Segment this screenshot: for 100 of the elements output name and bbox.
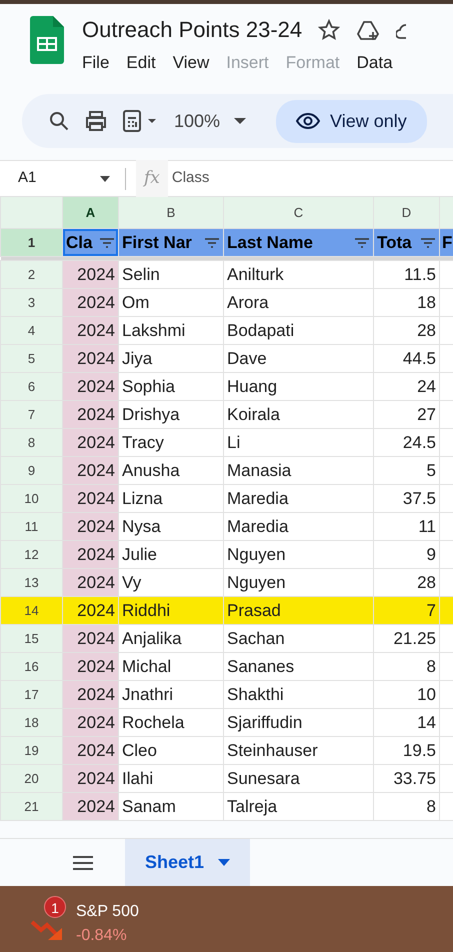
table-cell[interactable]: 2024: [62, 652, 118, 680]
table-cell[interactable]: Cleo: [118, 736, 224, 764]
menu-item[interactable]: Edit: [126, 50, 156, 76]
zoom-dropdown[interactable]: 100%: [174, 108, 220, 134]
menu-item[interactable]: Data: [356, 50, 393, 76]
table-cell[interactable]: Michal: [118, 652, 224, 680]
table-cell[interactable]: 2024: [62, 456, 118, 484]
table-cell[interactable]: 2024: [62, 736, 118, 764]
table-cell[interactable]: Huang: [224, 372, 374, 400]
table-cell[interactable]: 8: [374, 652, 440, 680]
filter-icon[interactable]: [420, 236, 436, 248]
table-cell[interactable]: Selin: [118, 260, 224, 288]
row-number[interactable]: 18: [0, 708, 62, 736]
row-number[interactable]: 11: [0, 512, 62, 540]
table-cell[interactable]: 11.5: [374, 260, 440, 288]
table-cell[interactable]: 24: [374, 372, 440, 400]
table-cell[interactable]: 2024: [62, 512, 118, 540]
row-number[interactable]: 5: [0, 344, 62, 372]
table-cell[interactable]: Maredia: [224, 512, 374, 540]
table-cell[interactable]: 2024: [62, 428, 118, 456]
menu-item[interactable]: File: [82, 50, 110, 76]
table-cell[interactable]: 2024: [62, 596, 118, 624]
table-cell[interactable]: Sunesara: [224, 764, 374, 792]
table-cell[interactable]: 33.75: [374, 764, 440, 792]
table-cell[interactable]: Shakthi: [224, 680, 374, 708]
table-cell[interactable]: Maredia: [224, 484, 374, 512]
table-cell[interactable]: 5: [374, 456, 440, 484]
table-cell[interactable]: Koirala: [224, 400, 374, 428]
table-cell[interactable]: 2024: [62, 540, 118, 568]
column-header[interactable]: C: [224, 196, 374, 228]
table-cell[interactable]: Anusha: [118, 456, 224, 484]
table-cell[interactable]: Sjariffudin: [224, 708, 374, 736]
header-cell[interactable]: Cla: [62, 228, 118, 256]
table-cell[interactable]: 2024: [62, 372, 118, 400]
table-cell[interactable]: Sachan: [224, 624, 374, 652]
table-cell[interactable]: Sophia: [118, 372, 224, 400]
row-number[interactable]: 9: [0, 456, 62, 484]
menu-icon[interactable]: [73, 856, 93, 870]
table-cell[interactable]: Nysa: [118, 512, 224, 540]
table-cell[interactable]: Sanam: [118, 792, 224, 820]
formula-value[interactable]: Class: [172, 167, 210, 190]
row-number[interactable]: 21: [0, 792, 62, 820]
row-number[interactable]: 17: [0, 680, 62, 708]
row-number[interactable]: 8: [0, 428, 62, 456]
table-cell[interactable]: 21.25: [374, 624, 440, 652]
row-number[interactable]: 7: [0, 400, 62, 428]
table-cell[interactable]: 2024: [62, 288, 118, 316]
table-cell[interactable]: 8: [374, 792, 440, 820]
table-cell[interactable]: 2024: [62, 260, 118, 288]
table-cell[interactable]: 14: [374, 708, 440, 736]
table-cell[interactable]: Bodapati: [224, 316, 374, 344]
table-cell[interactable]: Julie: [118, 540, 224, 568]
row-number[interactable]: 3: [0, 288, 62, 316]
table-cell[interactable]: Anjalika: [118, 624, 224, 652]
table-cell[interactable]: Manasia: [224, 456, 374, 484]
table-cell[interactable]: Ilahi: [118, 764, 224, 792]
row-number[interactable]: 12: [0, 540, 62, 568]
table-cell[interactable]: Jiya: [118, 344, 224, 372]
ticker-name[interactable]: S&P 500: [76, 900, 139, 924]
row-number[interactable]: 16: [0, 652, 62, 680]
row-number[interactable]: 19: [0, 736, 62, 764]
sheet-tab[interactable]: Sheet1: [125, 839, 250, 886]
table-cell[interactable]: Sananes: [224, 652, 374, 680]
row-number[interactable]: 6: [0, 372, 62, 400]
print-icon[interactable]: [84, 110, 108, 132]
header-cell[interactable]: Last Name: [224, 228, 374, 256]
table-cell[interactable]: Tracy: [118, 428, 224, 456]
table-cell[interactable]: 18: [374, 288, 440, 316]
table-cell[interactable]: 24.5: [374, 428, 440, 456]
table-cell[interactable]: 2024: [62, 484, 118, 512]
view-only-button[interactable]: View only: [276, 100, 427, 142]
table-cell[interactable]: 2024: [62, 400, 118, 428]
cell-reference[interactable]: A1: [0, 167, 100, 190]
table-cell[interactable]: 19.5: [374, 736, 440, 764]
table-cell[interactable]: Lakshmi: [118, 316, 224, 344]
caret-icon[interactable]: [234, 117, 246, 125]
table-cell[interactable]: 2024: [62, 316, 118, 344]
table-cell[interactable]: Prasad: [224, 596, 374, 624]
header-cell[interactable]: Tota: [374, 228, 440, 256]
row-number[interactable]: 4: [0, 316, 62, 344]
table-cell[interactable]: Nguyen: [224, 540, 374, 568]
table-cell[interactable]: 10: [374, 680, 440, 708]
table-cell[interactable]: Drishya: [118, 400, 224, 428]
filter-icon[interactable]: [354, 236, 370, 248]
header-cell[interactable]: First Nar: [118, 228, 224, 256]
sheets-logo-icon[interactable]: [30, 16, 64, 64]
table-cell[interactable]: 2024: [62, 568, 118, 596]
column-header[interactable]: B: [118, 196, 224, 228]
table-cell[interactable]: Li: [224, 428, 374, 456]
table-cell[interactable]: Anilturk: [224, 260, 374, 288]
table-cell[interactable]: 27: [374, 400, 440, 428]
search-icon[interactable]: [48, 110, 70, 132]
table-cell[interactable]: 7: [374, 596, 440, 624]
table-cell[interactable]: 44.5: [374, 344, 440, 372]
table-cell[interactable]: Talreja: [224, 792, 374, 820]
filter-icon[interactable]: [204, 236, 220, 248]
corner-cell[interactable]: [0, 196, 62, 228]
filter-icon[interactable]: [99, 236, 115, 248]
row-number[interactable]: 15: [0, 624, 62, 652]
table-cell[interactable]: 2024: [62, 680, 118, 708]
